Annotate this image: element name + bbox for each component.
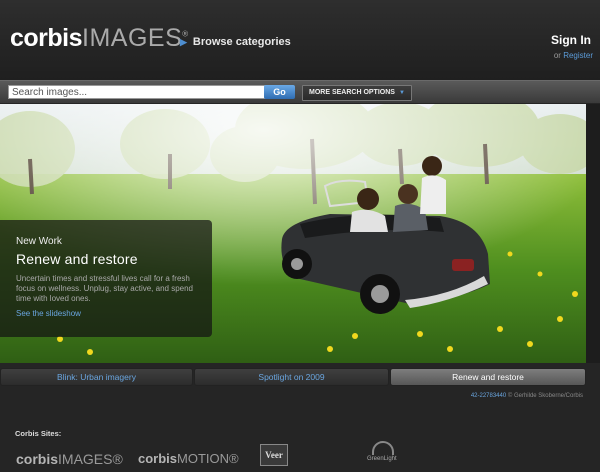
site-logo-main: corbis [138, 451, 178, 466]
tab-renew-and-restore[interactable]: Renew and restore [390, 368, 586, 386]
greenlight-site-logo[interactable]: GreenLight [367, 441, 403, 465]
more-search-options-label: MORE SEARCH OPTIONS [309, 89, 395, 96]
logo-main-text: corbis [10, 24, 83, 52]
corbis-sites-label: Corbis Sites: [15, 429, 62, 438]
feature-title: Renew and restore [16, 251, 138, 267]
caret-right-icon: ▶ [180, 37, 187, 47]
register-prefix: or [553, 51, 561, 60]
feature-panel: New Work Renew and restore Uncertain tim… [0, 220, 212, 337]
image-credit: 42-22783440 © Gerhilde Skoberne/Corbis [471, 393, 583, 399]
greenlight-arc-icon [372, 441, 394, 455]
feature-tabs: Blink: Urban imagery Spotlight on 2009 R… [0, 368, 586, 386]
greenlight-label: GreenLight [367, 456, 397, 462]
corbis-motion-site-logo[interactable]: corbisMOTION® [138, 451, 239, 466]
go-button[interactable]: Go [264, 85, 295, 99]
tab-blink-urban-imagery[interactable]: Blink: Urban imagery [0, 368, 193, 386]
tab-spotlight-2009[interactable]: Spotlight on 2009 [194, 368, 389, 386]
feature-eyebrow: New Work [16, 236, 62, 247]
corbis-images-logo[interactable]: corbisIMAGES® [10, 24, 188, 53]
more-search-options-button[interactable]: MORE SEARCH OPTIONS ▼ [302, 85, 412, 101]
sign-in-link[interactable]: Sign In [551, 33, 591, 47]
register-area: or Register [554, 51, 593, 60]
site-logo-main: corbis [16, 451, 59, 467]
search-input[interactable] [8, 85, 270, 99]
corbis-images-site-logo[interactable]: corbisIMAGES® [16, 451, 123, 467]
browse-categories-link[interactable]: ▶ Browse categories [180, 36, 291, 48]
feature-description: Uncertain times and stressful lives call… [16, 274, 193, 303]
site-logo-sub: MOTION® [177, 451, 239, 466]
logo-sub-text: IMAGES [82, 24, 183, 52]
image-id-link[interactable]: 42-22783440 [471, 393, 506, 399]
register-link[interactable]: Register [563, 51, 593, 60]
chevron-down-icon: ▼ [398, 90, 405, 96]
header: corbisIMAGES® ▶ Browse categories Sign In… [0, 0, 600, 80]
veer-site-logo[interactable]: Veer [260, 444, 288, 466]
search-bar: Go MORE SEARCH OPTIONS▼ [0, 80, 600, 103]
see-slideshow-link[interactable]: See the slideshow [16, 309, 81, 318]
site-logo-sub: IMAGES® [58, 451, 123, 467]
hero-side-strip [586, 104, 600, 363]
image-credit-text: © Gerhilde Skoberne/Corbis [507, 393, 583, 399]
browse-categories-label: Browse categories [192, 36, 291, 48]
